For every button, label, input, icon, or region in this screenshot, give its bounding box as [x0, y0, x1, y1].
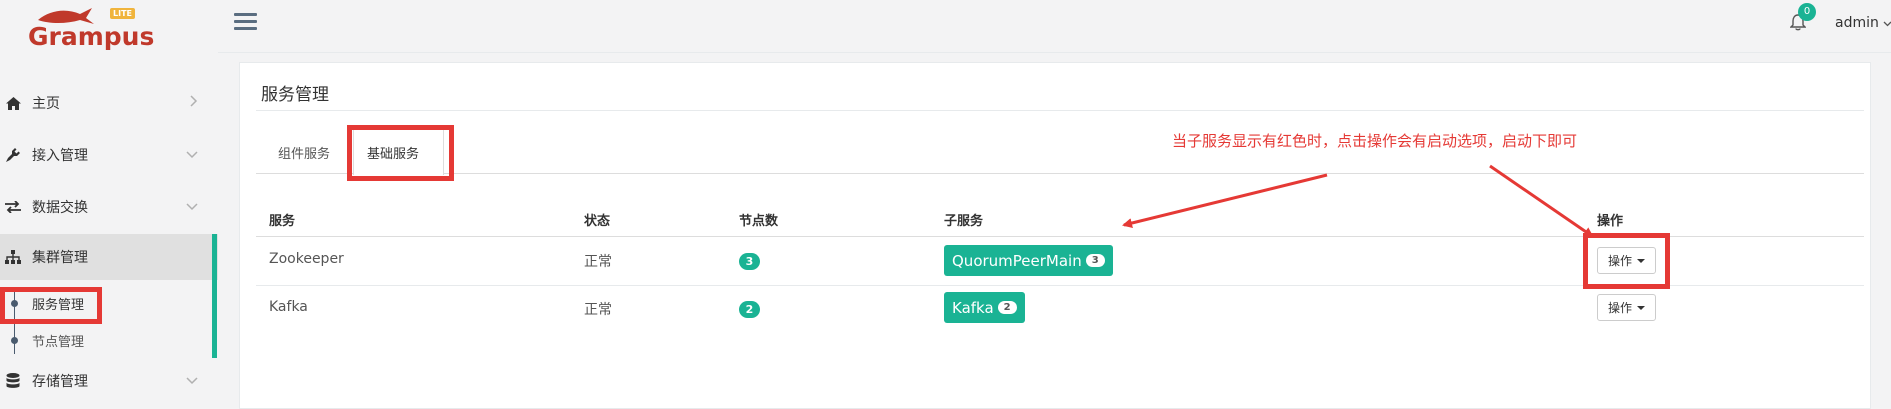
menu-toggle-icon[interactable]	[234, 13, 257, 31]
sidebar-item-label: 集群管理	[32, 250, 88, 266]
sidebar-item-label: 接入管理	[32, 148, 88, 164]
user-menu[interactable]: admin	[1835, 15, 1891, 31]
top-bar: 0 admin	[218, 0, 1891, 53]
sidebar-item-access[interactable]: 接入管理	[0, 134, 218, 176]
logo-text: Grampus	[28, 22, 155, 51]
column-header-service: 服务	[269, 214, 296, 229]
plug-icon	[4, 147, 22, 163]
sidebar: Grampus LITE 主页 接入管理 数据交换 集群管理 服务管理 节点管理…	[0, 0, 218, 407]
cell-service: Kafka	[269, 299, 308, 315]
column-header-nodes: 节点数	[739, 214, 779, 229]
chevron-right-icon	[190, 95, 198, 111]
tab-component-services[interactable]: 组件服务	[278, 143, 330, 162]
cell-status: 正常	[584, 254, 612, 270]
sidebar-item-cluster[interactable]: 集群管理	[0, 234, 218, 280]
database-icon	[4, 373, 22, 389]
column-header-sub-service: 子服务	[944, 214, 984, 229]
column-header-action: 操作	[1597, 214, 1624, 229]
caret-down-icon	[1637, 305, 1645, 310]
sub-service-button[interactable]: Kafka 2	[944, 292, 1025, 323]
sidebar-item-label: 主页	[32, 96, 60, 112]
highlight-box-tab	[347, 125, 454, 181]
node-count-badge: 2	[739, 301, 760, 318]
cell-status: 正常	[584, 302, 612, 318]
notification-badge: 0	[1798, 3, 1816, 21]
sitemap-icon	[4, 250, 22, 264]
sub-nav-dot	[11, 337, 18, 344]
sidebar-item-label: 存储管理	[32, 374, 88, 390]
page-title: 服务管理	[261, 85, 329, 105]
cell-service: Zookeeper	[269, 251, 344, 267]
chevron-down-icon	[186, 147, 198, 163]
sub-service-count: 3	[1085, 254, 1105, 267]
highlight-box-action	[1583, 233, 1670, 289]
app-logo[interactable]: Grampus LITE	[26, 8, 154, 51]
sub-service-count: 2	[997, 301, 1017, 314]
sub-service-label: Kafka	[952, 298, 994, 317]
sidebar-item-storage[interactable]: 存储管理	[0, 360, 218, 402]
node-count-badge: 3	[739, 253, 760, 270]
divider	[256, 110, 1864, 111]
sub-service-button[interactable]: QuorumPeerMain 3	[944, 245, 1113, 276]
sidebar-item-label: 数据交换	[32, 200, 88, 216]
sub-service-label: QuorumPeerMain	[952, 251, 1082, 270]
sidebar-subitem-node[interactable]: 节点管理	[32, 331, 84, 350]
home-icon	[4, 96, 22, 110]
chevron-down-icon	[186, 373, 198, 389]
logo-lite-badge: LITE	[110, 8, 135, 19]
action-dropdown-button[interactable]: 操作	[1597, 294, 1656, 321]
highlight-box-sidebar	[0, 287, 102, 324]
user-name: admin	[1835, 15, 1879, 31]
exchange-icon	[4, 201, 22, 213]
sidebar-item-home[interactable]: 主页	[0, 82, 218, 124]
action-label: 操作	[1607, 301, 1632, 315]
chevron-down-icon	[1883, 15, 1891, 31]
chevron-down-icon	[186, 199, 198, 215]
tabs-divider	[256, 173, 1864, 174]
annotation-text: 当子服务显示有红色时，点击操作会有启动选项，启动下即可	[1172, 132, 1578, 150]
column-header-status: 状态	[584, 214, 611, 229]
sidebar-item-exchange[interactable]: 数据交换	[0, 186, 218, 228]
active-indicator	[212, 234, 217, 358]
